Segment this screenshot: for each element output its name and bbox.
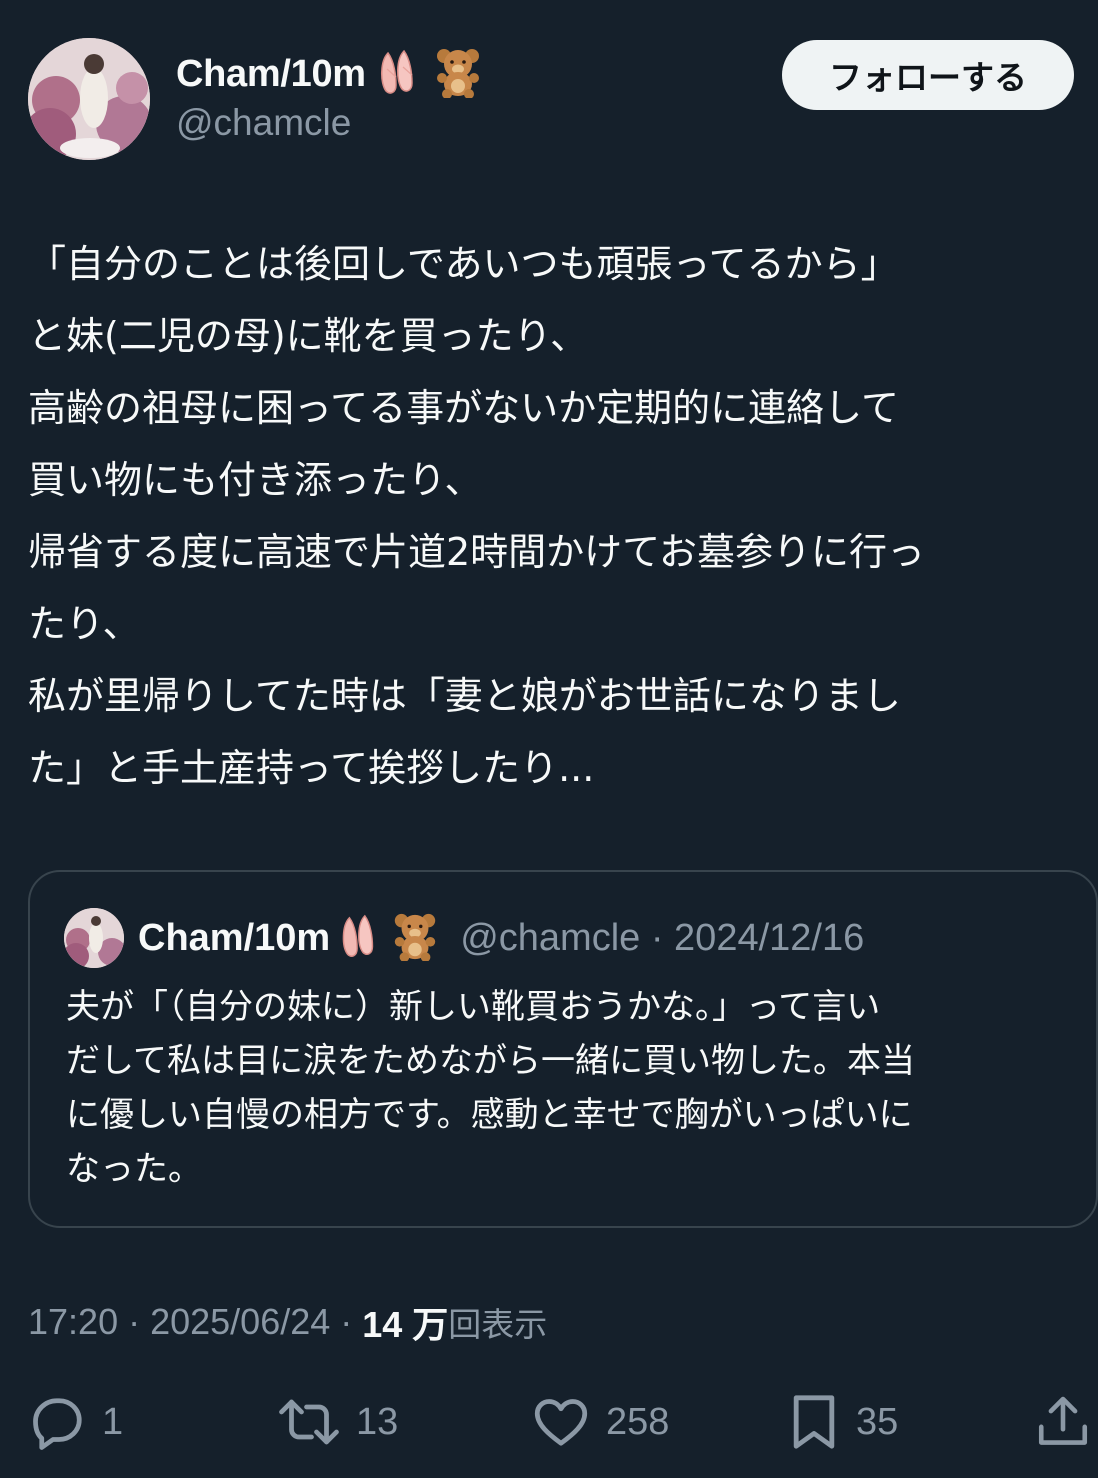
tweet-line: 買い物にも付き添ったり、 [28, 458, 483, 502]
reply-count: 1 [102, 1400, 124, 1443]
heart-icon [530, 1392, 592, 1452]
quote-text: 夫が「（自分の妹に）新しい靴買おうかな。」って言い だして私は目に涙をためながら… [66, 980, 1066, 1196]
tweet-line: 帰省する度に高速で片道2時間かけてお墓参りに行っ [28, 530, 926, 574]
bookmark-count: 35 [856, 1400, 899, 1443]
reply-icon [28, 1392, 88, 1452]
share-button[interactable] [1034, 1386, 1092, 1458]
ballet-shoes-icon [374, 47, 424, 101]
teddy-bear-icon [432, 46, 484, 102]
author-handle[interactable]: @chamcle [176, 102, 351, 144]
repost-button[interactable]: 13 [276, 1386, 398, 1458]
tweet-line: 私が里帰りしてた時は「妻と娘がお世話になりまし [28, 674, 901, 718]
bookmark-icon [786, 1391, 842, 1453]
quote-line: 夫が「（自分の妹に）新しい靴買おうかな。」って言い [66, 987, 881, 1027]
quote-line: だして私は目に涙をためながら一緒に買い物した。本当 [66, 1041, 915, 1081]
action-bar: 1 13 258 35 [0, 1386, 1098, 1458]
reply-button[interactable]: 1 [28, 1386, 123, 1458]
like-count: 258 [606, 1400, 670, 1443]
author-name-row: Cham/10m [176, 46, 484, 102]
author-avatar[interactable] [28, 38, 150, 160]
tweet-timestamp[interactable]: 17:20 · 2025/06/24 · [28, 1301, 362, 1343]
quote-author-name: Cham/10m [138, 916, 331, 959]
views-count: 14 万 [362, 1304, 449, 1345]
ballet-shoes-icon [336, 912, 384, 964]
tweet-line: たり、 [28, 602, 141, 646]
quote-header: Cham/10m @chamcle · 2024/12/16 [138, 908, 864, 968]
quote-line: なった。 [66, 1149, 202, 1189]
quoted-tweet-card[interactable]: Cham/10m @chamcle · 2024/12/16 夫が「（自分の妹に… [28, 870, 1098, 1228]
quote-author-avatar [64, 908, 124, 968]
tweet-text: 「自分のことは後回しであいつも頑張ってるから」 と妹(二児の母)に靴を買ったり、… [28, 228, 1088, 804]
follow-button[interactable]: フォローする [782, 40, 1074, 110]
quote-line: に優しい自慢の相方です。感動と幸せで胸がいっぱいに [66, 1095, 913, 1135]
teddy-bear-icon [390, 911, 440, 965]
repost-icon [276, 1392, 342, 1452]
author-display-name[interactable]: Cham/10m [176, 53, 366, 96]
repost-count: 13 [356, 1400, 399, 1443]
tweet-meta: 17:20 · 2025/06/24 · 14 万 回表示 [28, 1296, 547, 1348]
like-button[interactable]: 258 [530, 1386, 669, 1458]
bookmark-button[interactable]: 35 [786, 1386, 898, 1458]
tweet-line: 「自分のことは後回しであいつも頑張ってるから」 [28, 242, 899, 286]
quote-handle-date: @chamcle · 2024/12/16 [460, 916, 865, 959]
tweet-line: と妹(二児の母)に靴を買ったり、 [28, 314, 589, 358]
views-label: 回表示 [448, 1305, 548, 1344]
tweet-line: た」と手土産持って挨拶したり... [28, 746, 595, 790]
share-icon [1034, 1391, 1092, 1453]
tweet-line: 高齢の祖母に困ってる事がないか定期的に連絡して [28, 386, 899, 430]
